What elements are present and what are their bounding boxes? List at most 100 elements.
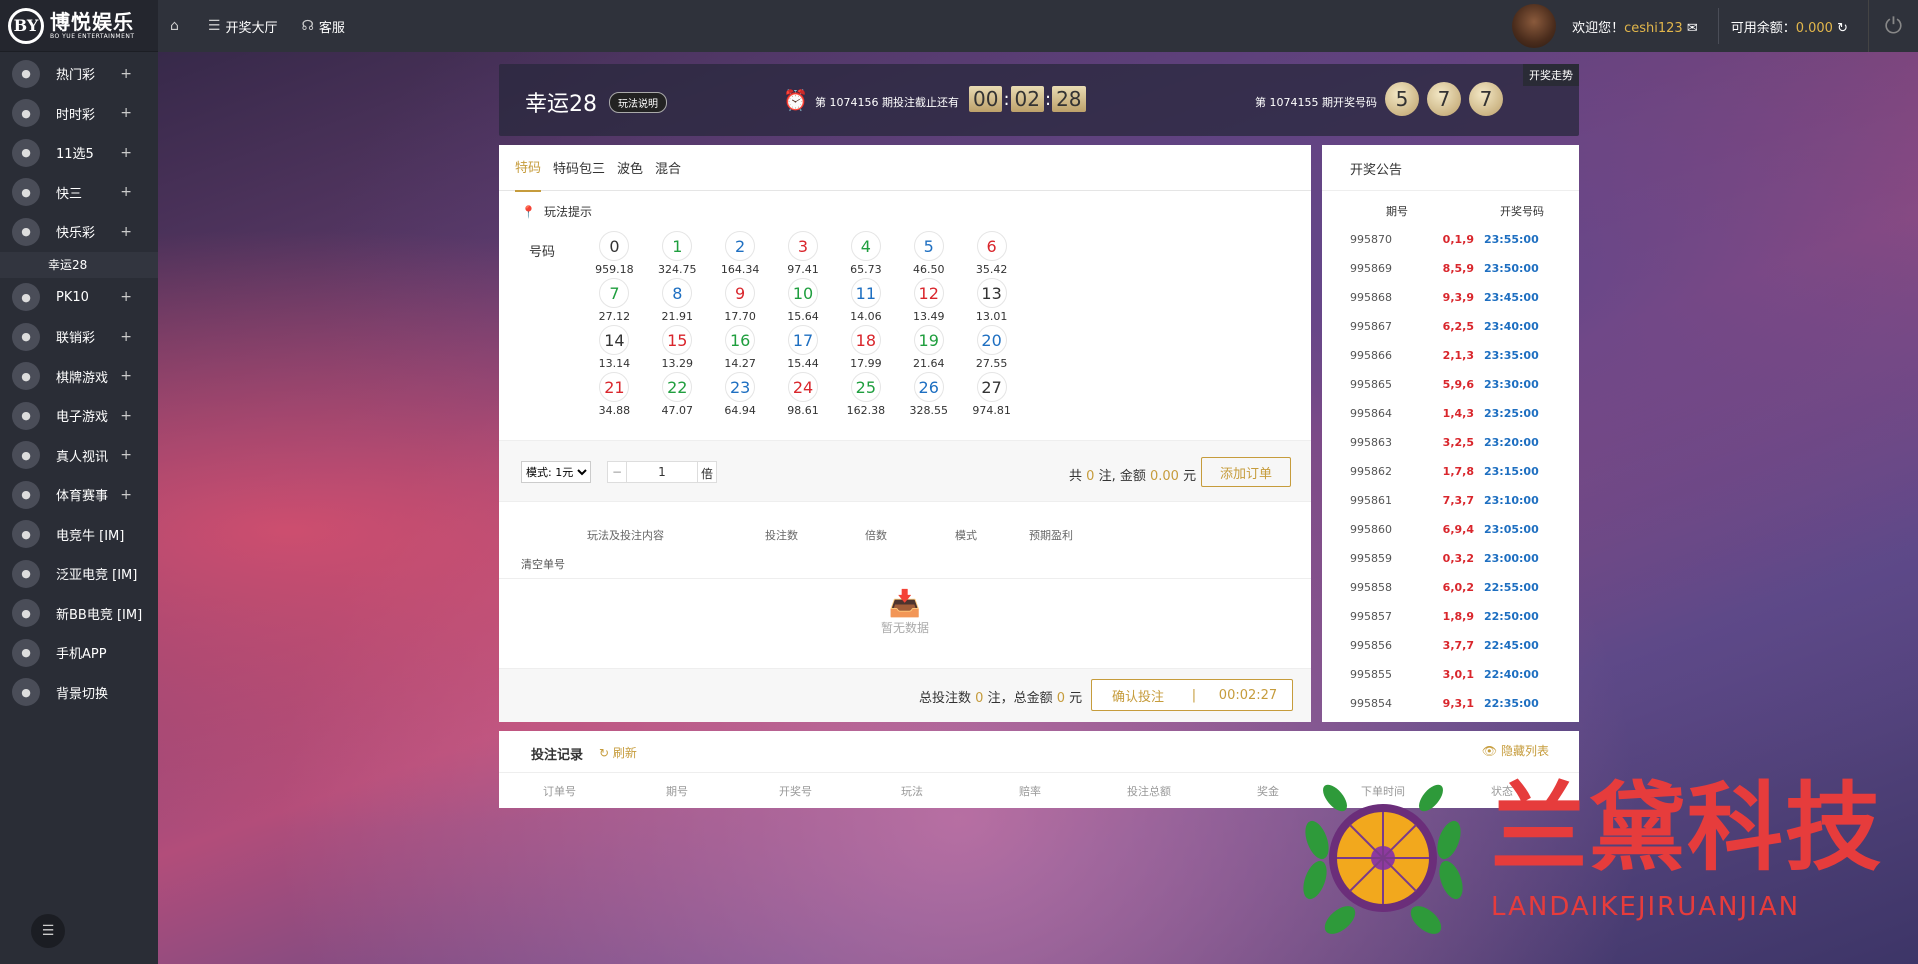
expand-plus-icon[interactable]: + [120, 145, 132, 161]
number-ball[interactable]: 2 [725, 231, 756, 261]
number-option[interactable]: 22 47.07 [646, 372, 709, 419]
sidebar-item[interactable]: ● PK10 + [0, 278, 158, 318]
refresh-balance-icon[interactable]: ↻ [1837, 21, 1848, 36]
sidebar-item[interactable]: ● 棋牌游戏 + [0, 357, 158, 397]
number-option[interactable]: 11 14.06 [834, 278, 897, 325]
expand-plus-icon[interactable]: + [120, 66, 132, 82]
number-option[interactable]: 18 17.99 [834, 325, 897, 372]
number-ball[interactable]: 7 [599, 278, 630, 308]
number-ball[interactable]: 13 [976, 278, 1007, 308]
mail-icon[interactable]: ✉ [1687, 21, 1698, 36]
number-option[interactable]: 24 98.61 [772, 372, 835, 419]
number-option[interactable]: 25 162.38 [834, 372, 897, 419]
number-ball[interactable]: 24 [788, 372, 818, 402]
brand-logo[interactable]: BY 博悦娱乐 BO YUE ENTERTAINMENT [0, 0, 158, 52]
sidebar-item[interactable]: ● 新BB电竞 [IM] [0, 594, 158, 634]
sidebar-item[interactable]: ● 电子游戏 + [0, 396, 158, 436]
number-ball[interactable]: 1 [662, 231, 693, 261]
number-option[interactable]: 17 15.44 [772, 325, 835, 372]
number-ball[interactable]: 3 [788, 231, 818, 261]
minus-icon[interactable]: − [608, 462, 626, 482]
number-option[interactable]: 2 164.34 [709, 231, 772, 278]
number-ball[interactable]: 10 [788, 278, 818, 308]
username[interactable]: ceshi123 [1624, 21, 1683, 36]
expand-plus-icon[interactable]: + [120, 184, 132, 200]
sidebar-item[interactable]: ● 时时彩 + [0, 94, 158, 134]
expand-plus-icon[interactable]: + [120, 487, 132, 503]
sidebar-item[interactable]: ● 真人视讯 + [0, 436, 158, 476]
tab-hunhe[interactable]: 混合 [655, 144, 681, 191]
number-option[interactable]: 0 959.18 [583, 231, 646, 278]
sidebar-item[interactable]: ● 11选5 + [0, 133, 158, 173]
sidebar-item[interactable]: ● 快乐彩 + [0, 212, 158, 252]
tab-bose[interactable]: 波色 [617, 144, 643, 191]
avatar[interactable] [1512, 4, 1557, 48]
sidebar-item[interactable]: ● 快三 + [0, 173, 158, 213]
sidebar-item[interactable]: ● 联销彩 + [0, 317, 158, 357]
number-option[interactable]: 20 27.55 [960, 325, 1023, 372]
number-ball[interactable]: 4 [850, 231, 881, 261]
number-option[interactable]: 3 97.41 [772, 231, 835, 278]
expand-plus-icon[interactable]: + [120, 368, 132, 384]
expand-plus-icon[interactable]: + [120, 289, 132, 305]
number-option[interactable]: 10 15.64 [772, 278, 835, 325]
sidebar-item[interactable]: ● 手机APP [0, 633, 158, 673]
number-ball[interactable]: 8 [662, 278, 693, 308]
number-ball[interactable]: 26 [913, 372, 944, 402]
number-option[interactable]: 27 974.81 [960, 372, 1023, 419]
number-option[interactable]: 12 13.49 [897, 278, 960, 325]
play-tip[interactable]: 📍 玩法提示 [521, 203, 592, 220]
sidebar-subitem[interactable]: 幸运28 [0, 251, 158, 278]
trend-link[interactable]: 开奖走势 [1523, 64, 1579, 86]
number-option[interactable]: 15 13.29 [646, 325, 709, 372]
number-ball[interactable]: 23 [725, 372, 756, 402]
collapse-menu-icon[interactable]: ☰ [31, 914, 65, 948]
number-ball[interactable]: 5 [913, 231, 944, 261]
number-option[interactable]: 16 14.27 [709, 325, 772, 372]
sidebar-item[interactable]: ● 体育赛事 + [0, 475, 158, 515]
number-option[interactable]: 8 21.91 [646, 278, 709, 325]
confirm-bet-button[interactable]: 确认投注 | 00:02:27 [1091, 679, 1293, 711]
hide-list-button[interactable]: 👁 隐藏列表 [1482, 742, 1549, 759]
number-ball[interactable]: 20 [976, 325, 1007, 355]
number-ball[interactable]: 22 [662, 372, 693, 402]
customer-service-link[interactable]: ☊ 客服 [289, 17, 356, 36]
logout-icon[interactable]: ⏻ [1868, 0, 1918, 52]
number-ball[interactable]: 11 [850, 278, 881, 308]
number-ball[interactable]: 14 [599, 325, 630, 355]
number-ball[interactable]: 6 [976, 231, 1007, 261]
home-button[interactable]: ⌂ [158, 18, 196, 34]
number-ball[interactable]: 18 [850, 325, 881, 355]
mode-select[interactable]: 模式: 1元 [521, 461, 591, 483]
draw-lobby-link[interactable]: ☰ 开奖大厅 [196, 17, 290, 36]
tab-tema-bao-san[interactable]: 特码包三 [553, 144, 605, 191]
number-option[interactable]: 14 13.14 [583, 325, 646, 372]
number-ball[interactable]: 19 [913, 325, 944, 355]
number-ball[interactable]: 15 [662, 325, 693, 355]
number-ball[interactable]: 12 [913, 278, 944, 308]
tab-tema[interactable]: 特码 [515, 143, 542, 192]
sidebar-item[interactable]: ● 背景切换 [0, 673, 158, 713]
number-option[interactable]: 19 21.64 [897, 325, 960, 372]
multiplier-input[interactable]: 1 [626, 462, 698, 482]
expand-plus-icon[interactable]: + [120, 329, 132, 345]
number-ball[interactable]: 16 [725, 325, 756, 355]
number-ball[interactable]: 21 [599, 372, 630, 402]
number-option[interactable]: 26 328.55 [897, 372, 960, 419]
add-order-button[interactable]: 添加订单 [1201, 457, 1291, 487]
number-ball[interactable]: 17 [788, 325, 818, 355]
refresh-button[interactable]: ↻ 刷新 [599, 744, 637, 761]
number-option[interactable]: 9 17.70 [709, 278, 772, 325]
number-option[interactable]: 5 46.50 [897, 231, 960, 278]
sidebar-item[interactable]: ● 电竞牛 [IM] [0, 515, 158, 555]
number-option[interactable]: 21 34.88 [583, 372, 646, 419]
number-option[interactable]: 1 324.75 [646, 231, 709, 278]
number-option[interactable]: 7 27.12 [583, 278, 646, 325]
expand-plus-icon[interactable]: + [120, 105, 132, 121]
expand-plus-icon[interactable]: + [120, 447, 132, 463]
number-ball[interactable]: 9 [725, 278, 756, 308]
expand-plus-icon[interactable]: + [120, 408, 132, 424]
number-option[interactable]: 4 65.73 [834, 231, 897, 278]
number-ball[interactable]: 0 [599, 231, 630, 261]
sidebar-item[interactable]: ● 泛亚电竞 [IM] [0, 554, 158, 594]
